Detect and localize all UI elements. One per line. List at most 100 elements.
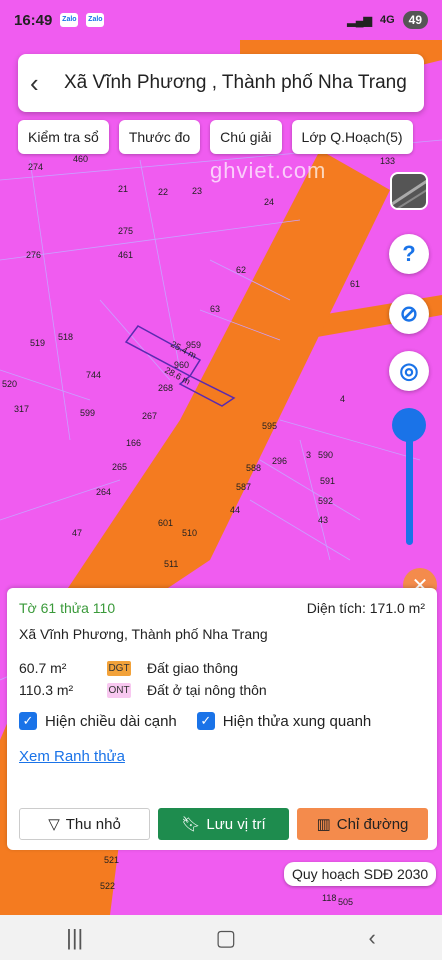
watermark: ghviet.com (210, 158, 327, 183)
land-use-amount: 110.3 m² (19, 682, 74, 698)
map-label: 166 (126, 438, 141, 448)
directions-button[interactable]: ▥ Chỉ đường (297, 808, 428, 840)
map-label: 590 (318, 450, 333, 460)
satellite-icon (392, 179, 426, 208)
map-label: 4 (340, 394, 345, 404)
map-label: 264 (96, 487, 111, 497)
save-location-button[interactable]: 🔖︎ Lưu vị trí (158, 808, 289, 840)
show-edge-length-checkbox[interactable]: ✓ Hiện chiều dài cạnh (19, 712, 177, 730)
map-label: 276 (26, 250, 41, 260)
map-label: 520 (2, 379, 17, 389)
map-icon: ▥ (316, 816, 331, 833)
status-bar: 16:49 Zalo Zalo ▂▄▆ 4G 49 (0, 0, 442, 40)
checkbox-label: Hiện chiều dài cạnh (45, 712, 177, 730)
map-label: 595 (262, 421, 277, 431)
map-label: 118 (322, 893, 336, 903)
road-main (60, 150, 390, 615)
show-neighbors-checkbox[interactable]: ✓ Hiện thửa xung quanh (196, 712, 372, 730)
map-label: 744 (86, 370, 101, 380)
check-book-button[interactable]: Kiểm tra sổ (18, 120, 109, 154)
network-label: 4G (379, 14, 395, 26)
chevron-down-icon: ▽ (48, 816, 60, 833)
land-use-row: 60.7 m² DGT Đất giao thông (19, 660, 425, 676)
view-boundary-link[interactable]: Xem Ranh thửa (19, 748, 125, 765)
land-use-code: DGT (107, 660, 131, 676)
map-label: 592 (318, 496, 333, 506)
map-label: 23 (192, 186, 202, 196)
back-icon[interactable]: ‹ (30, 68, 64, 99)
map-label: 21 (118, 184, 128, 194)
page-title: Xã Vĩnh Phương , Thành phố Nha Trang (64, 72, 407, 93)
compass-icon[interactable]: ⊘ (389, 294, 429, 334)
land-use-code: ONT (107, 682, 131, 698)
map-label: 591 (320, 476, 335, 486)
map-label: 510 (182, 528, 197, 538)
status-time: 16:49 (14, 11, 53, 29)
legend-button[interactable]: Chú giải (210, 120, 282, 154)
map-label: 63 (210, 304, 220, 314)
shrink-button[interactable]: ▽ Thu nhỏ (19, 808, 150, 840)
header-bar: ‹ Xã Vĩnh Phương , Thành phố Nha Trang (18, 54, 424, 112)
recent-apps-icon[interactable]: ||| (66, 925, 83, 951)
map-label: 44 (230, 505, 240, 515)
map-label: 3 (306, 450, 311, 460)
zoom-slider-knob[interactable] (392, 408, 426, 442)
map-label: 268 (158, 383, 173, 393)
parcel-id: Tờ 61 thửa 110 (19, 600, 116, 616)
signal-icon: ▂▄▆ (347, 14, 372, 27)
map-label: 461 (118, 250, 133, 260)
map-label: 601 (158, 518, 173, 528)
land-use-desc: Đất ở tại nông thôn (147, 682, 267, 698)
map-label: 274 (28, 162, 43, 172)
map-label: 133 (380, 156, 395, 166)
map-label: 47 (72, 528, 82, 538)
land-use-amount: 60.7 m² (19, 660, 67, 676)
map-label: 22 (158, 187, 168, 197)
map-label: 265 (112, 462, 127, 472)
chip-row: Kiểm tra sổ Thước đo Chú giải Lớp Q.Hoạc… (18, 120, 413, 154)
map-label: 519 (30, 338, 45, 348)
zalo-icon: Zalo (60, 13, 79, 27)
map-label: 599 (80, 408, 95, 418)
parcel-address: Xã Vĩnh Phương, Thành phố Nha Trang (19, 626, 268, 642)
planning-layer-button[interactable]: Lớp Q.Hoạch(5) (291, 120, 413, 154)
checkbox-label: Hiện thửa xung quanh (222, 712, 372, 730)
map-label: 518 (58, 332, 73, 342)
map-label: 511 (164, 559, 178, 569)
directions-label: Chỉ đường (336, 815, 409, 833)
map-label: 62 (236, 265, 246, 275)
plan-badge[interactable]: Quy hoạch SDĐ 2030 (284, 862, 437, 886)
map-label: 275 (118, 226, 133, 236)
ruler-button[interactable]: Thước đo (118, 120, 201, 154)
map-label: 587 (236, 482, 251, 492)
back-nav-icon[interactable]: ‹ (369, 925, 376, 951)
map-label: 43 (318, 515, 328, 525)
map-label: 61 (350, 279, 360, 289)
map-label: 521 (104, 855, 119, 865)
map-label: 24 (264, 197, 274, 207)
zalo-icon: Zalo (86, 13, 105, 27)
help-icon[interactable]: ? (389, 234, 429, 274)
parcel-info-panel: Tờ 61 thửa 110 Diện tích: 171.0 m² Xã Vĩ… (7, 588, 437, 850)
home-icon[interactable]: ▢ (216, 925, 237, 951)
map-label: 460 (73, 154, 88, 164)
map-label: 267 (142, 411, 157, 421)
system-nav-bar: ||| ▢ ‹ (0, 915, 442, 960)
checkbox-checked-icon: ✓ (19, 712, 37, 730)
checkbox-checked-icon: ✓ (196, 712, 215, 730)
map-label: 505 (338, 897, 353, 907)
locate-icon[interactable]: ◎ (389, 351, 429, 391)
zoom-slider-track[interactable] (406, 430, 413, 545)
map-label: 296 (272, 456, 287, 466)
save-label: Lưu vị trí (206, 815, 266, 833)
land-use-row: 110.3 m² ONT Đất ở tại nông thôn (19, 682, 425, 698)
shrink-label: Thu nhỏ (65, 815, 121, 833)
battery-badge: 49 (402, 11, 428, 29)
map-label: 317 (14, 404, 29, 414)
parcel-area: Diện tích: 171.0 m² (306, 600, 425, 616)
map-label: 522 (100, 881, 115, 891)
map-label: 588 (246, 463, 261, 473)
map-type-thumbnail[interactable] (390, 172, 428, 210)
land-use-desc: Đất giao thông (147, 660, 239, 676)
bookmark-icon: 🔖︎ (181, 816, 201, 833)
